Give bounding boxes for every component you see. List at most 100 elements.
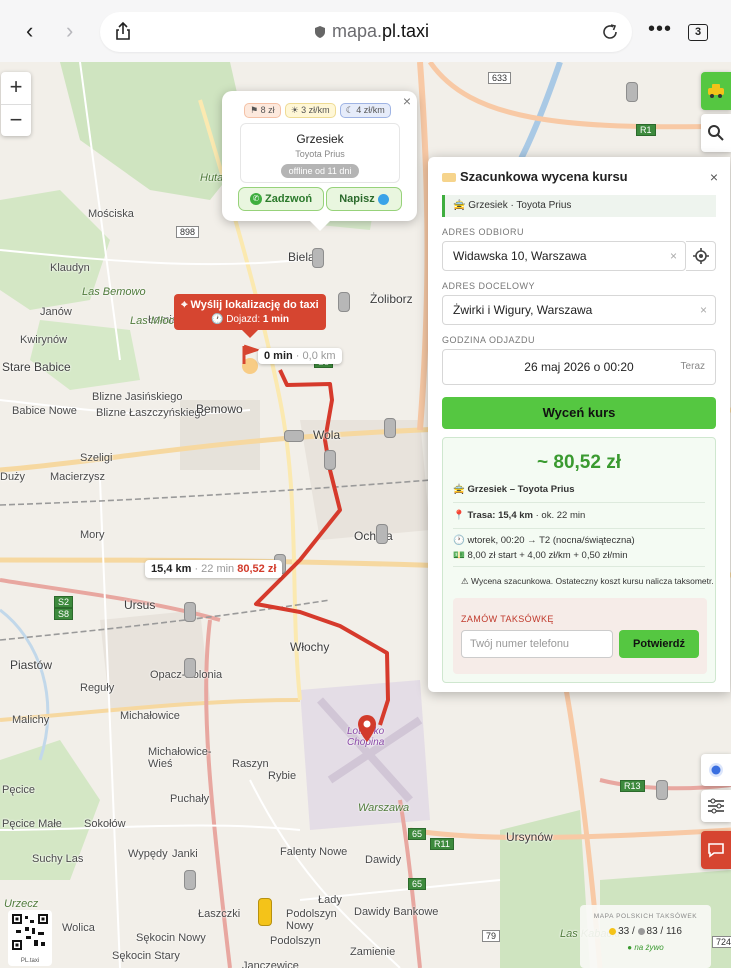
driver-name: Grzesiek — [296, 132, 344, 146]
more-icon[interactable]: ••• — [648, 18, 672, 41]
ticket-icon — [442, 173, 456, 183]
address-bar[interactable]: mapa.pl.taxi — [100, 12, 632, 52]
taxi-icon: 🚖 — [453, 484, 465, 495]
now-button[interactable]: Teraz — [681, 350, 705, 384]
taxi-icon — [708, 84, 724, 98]
taxi-marker[interactable] — [656, 780, 668, 800]
result-disclaimer: ⚠ Wycena szacunkowa. Ostateczny koszt ku… — [461, 576, 714, 586]
rate-badges: ⚑ 8 zł ☀ 3 zł/km ☾ 4 zł/km — [244, 103, 391, 118]
feedback-button[interactable] — [701, 831, 731, 869]
pickup-eta-chip: 0 min · 0,0 km — [258, 348, 342, 364]
panel-title: Szacunkowa wycena kursu — [442, 169, 628, 184]
place-label: Reguły — [80, 682, 115, 694]
place-label: Janczewice — [242, 960, 299, 968]
start-fee-badge: ⚑ 8 zł — [244, 103, 281, 118]
destination-pin-icon[interactable] — [357, 714, 377, 744]
locate-button[interactable] — [686, 241, 716, 271]
message-button[interactable]: Napisz — [326, 187, 402, 211]
road-shield: 724 — [712, 936, 731, 948]
place-label: Wolica — [62, 922, 95, 934]
close-icon[interactable]: × — [710, 169, 718, 185]
place-label: Malichy — [12, 714, 50, 726]
send-location-tooltip[interactable]: ⌖ Wyślij lokalizację do taxi 🕐 Dojazd: 1… — [174, 294, 326, 338]
stats-title: MAPA POLSKICH TAKSÓWEK — [593, 913, 698, 920]
forward-icon[interactable]: › — [66, 18, 73, 44]
qr-code[interactable]: PL.taxi — [8, 910, 52, 966]
place-label: Włochy — [290, 640, 330, 654]
road-shield: R1 — [636, 124, 656, 136]
place-label: Falenty Nowe — [280, 846, 348, 858]
taxi-marker[interactable] — [384, 418, 396, 438]
place-label: Ursus — [124, 598, 156, 612]
road-shield: 633 — [488, 72, 512, 84]
place-label: Podolszyn — [270, 935, 321, 947]
night-rate-badge: ☾ 4 zł/km — [339, 103, 391, 118]
clock-icon: 🕐 — [210, 314, 224, 325]
share-icon[interactable] — [114, 21, 132, 41]
taxi-marker-active[interactable] — [258, 898, 272, 926]
pickup-input[interactable]: Widawska 10, Warszawa × — [442, 241, 686, 271]
back-icon[interactable]: ‹ — [26, 18, 33, 44]
place-label: Macierzysz — [50, 471, 106, 483]
confirm-button[interactable]: Potwierdź — [619, 630, 699, 658]
place-label: Urzecz — [4, 898, 39, 910]
place-label: Wypędy — [128, 848, 168, 860]
driver-popup: × ⚑ 8 zł ☀ 3 zł/km ☾ 4 zł/km Grzesiek To… — [222, 91, 417, 231]
phone-icon: ✆ — [249, 193, 262, 206]
driver-car: Toyota Prius — [295, 149, 345, 159]
calculate-price-button[interactable]: Wyceń kurs — [442, 397, 716, 429]
taxi-marker[interactable] — [338, 292, 350, 312]
sliders-icon — [708, 798, 724, 814]
search-icon — [708, 125, 724, 141]
place-label: Babice Nowe — [12, 405, 77, 417]
place-label: Huta — [200, 172, 224, 184]
taxi-marker[interactable] — [184, 870, 196, 890]
place-label: Las Bemowo — [82, 286, 146, 298]
taxi-marker[interactable] — [324, 450, 336, 470]
road-shield: R11 — [430, 838, 454, 850]
taxi-mode-button[interactable] — [701, 72, 731, 110]
place-label: Janów — [40, 306, 72, 318]
departure-time-input[interactable]: 26 maj 2026 o 00:20 Teraz — [442, 349, 716, 385]
destination-input[interactable]: Żwirki i Wigury, Warszawa × — [442, 295, 716, 325]
offline-dot-icon — [637, 927, 645, 935]
place-label: Pęcice — [2, 784, 36, 796]
place-label: Podolszyn Nowy — [286, 908, 337, 932]
taxi-marker[interactable] — [284, 430, 304, 442]
place-label: Szeligi — [80, 452, 113, 464]
result-route: 📍 Trasa: 15,4 km · ok. 22 min — [453, 510, 586, 521]
place-label: Blizne Jasińskiego — [92, 391, 183, 403]
search-button[interactable] — [701, 114, 731, 152]
route-summary-chip: 15,4 km · 22 min 80,52 zł — [145, 560, 283, 578]
browser-toolbar: ‹ › mapa.pl.taxi ••• 3 — [0, 0, 731, 62]
zoom-in-button[interactable]: + — [1, 72, 31, 104]
phone-input[interactable]: Twój numer telefonu — [461, 630, 613, 658]
price-result: ~ 80,52 zł 🚖 Grzesiek – Toyota Prius 📍 T… — [442, 437, 716, 683]
place-label: Stare Babice — [2, 360, 71, 374]
filters-button[interactable] — [701, 790, 731, 822]
close-icon[interactable]: × — [403, 93, 411, 109]
stats-counts: 33 / 83 / 116 — [580, 926, 711, 937]
place-label: Piastów — [10, 658, 53, 672]
place-label: Sękocin Nowy — [136, 932, 206, 944]
place-label: Kwirynów — [20, 334, 68, 346]
taxi-marker[interactable] — [626, 82, 638, 102]
clear-icon[interactable]: × — [700, 296, 707, 324]
locate-me-button[interactable] — [701, 754, 731, 786]
taxi-marker[interactable] — [184, 658, 196, 678]
taxi-marker[interactable] — [184, 602, 196, 622]
place-label: Wola — [313, 428, 341, 442]
location-icon — [709, 763, 723, 777]
taxi-marker[interactable] — [312, 248, 324, 268]
place-label: Zamienie — [350, 946, 396, 958]
place-label: Michałowice- Wieś — [148, 746, 212, 770]
day-rate-badge: ☀ 3 zł/km — [284, 103, 336, 118]
taxi-marker[interactable] — [376, 524, 388, 544]
reload-icon[interactable] — [600, 22, 620, 42]
road-shield: R13 — [620, 780, 645, 792]
zoom-out-button[interactable]: − — [1, 104, 31, 137]
clear-icon[interactable]: × — [670, 242, 677, 270]
place-label: Biela — [288, 250, 315, 264]
tabs-button[interactable]: 3 — [688, 24, 708, 41]
call-button[interactable]: ✆ Zadzwoń — [238, 187, 324, 211]
